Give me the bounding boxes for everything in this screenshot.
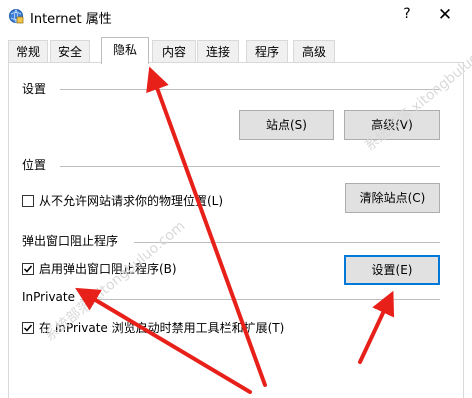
popup-section-title: 弹出窗口阻止程序 (22, 234, 119, 248)
tab-advanced[interactable]: 高级 (293, 40, 335, 62)
clear-sites-button[interactable]: 清除站点(C) (345, 183, 440, 213)
tab-connections[interactable]: 连接 (197, 40, 239, 62)
tab-general[interactable]: 常规 (8, 40, 48, 62)
section-divider (60, 166, 440, 167)
checkbox-box[interactable] (22, 262, 34, 275)
help-button[interactable]: ? (396, 6, 418, 26)
tab-programs[interactable]: 程序 (246, 40, 288, 62)
checkmark-icon (23, 265, 33, 273)
checkbox-box[interactable] (22, 194, 34, 207)
inprivate-section-title: InPrivate (22, 290, 75, 304)
section-divider (60, 89, 440, 90)
tab-security[interactable]: 安全 (50, 40, 90, 62)
sites-button[interactable]: 站点(S) (239, 110, 334, 140)
popup-settings-button[interactable]: 设置(E) (344, 255, 440, 285)
window-title: Internet 属性 (30, 12, 112, 27)
popup-blocker-checkbox[interactable]: 启用弹出窗口阻止程序(B) (22, 260, 177, 277)
checkbox-box[interactable] (22, 321, 34, 334)
location-checkbox[interactable]: 从不允许网站请求你的物理位置(L) (22, 192, 223, 209)
location-section-title: 位置 (22, 158, 47, 172)
tab-content[interactable]: 内容 (152, 40, 196, 62)
internet-options-icon (9, 9, 24, 24)
section-divider (134, 242, 440, 243)
tab-privacy[interactable]: 隐私 (101, 37, 149, 64)
close-button[interactable]: ✕ (430, 5, 460, 27)
checkmark-icon (23, 324, 33, 332)
section-divider (80, 299, 440, 300)
title-bar: Internet 属性 ? ✕ (0, 0, 472, 32)
settings-section-title: 设置 (22, 82, 47, 96)
location-checkbox-label: 从不允许网站请求你的物理位置(L) (39, 194, 224, 208)
